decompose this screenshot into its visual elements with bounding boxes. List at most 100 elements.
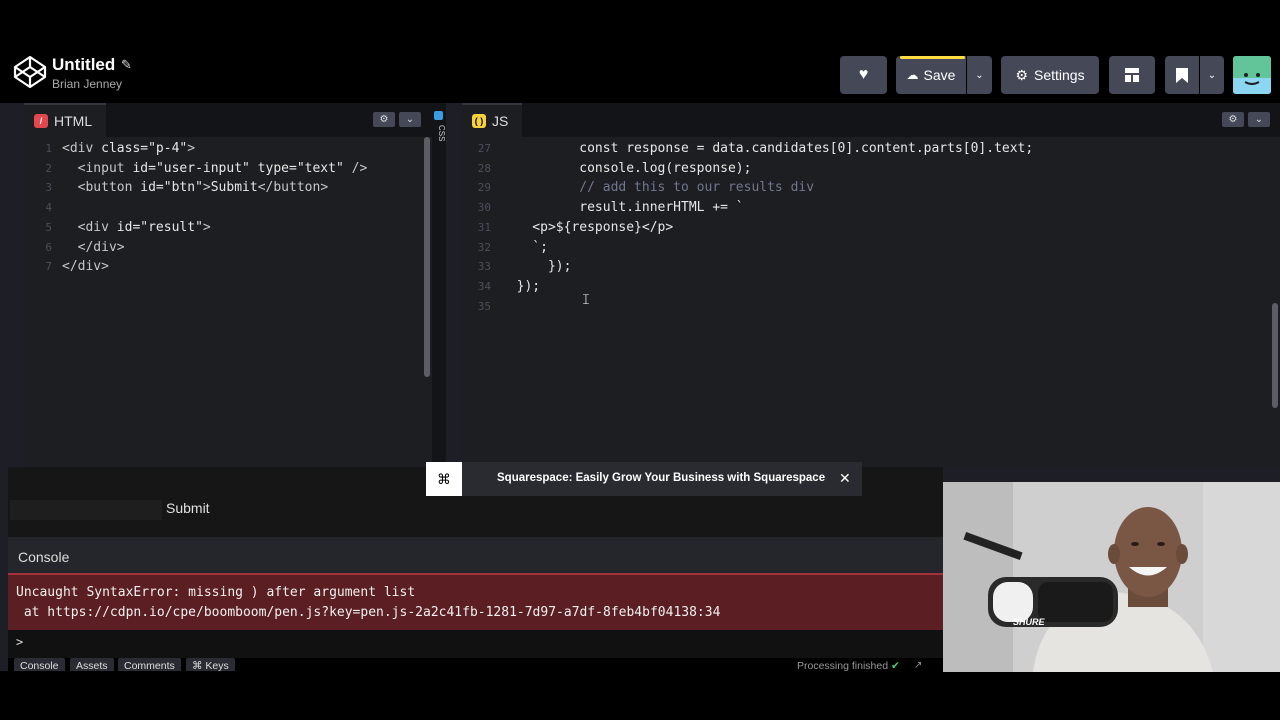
gear-icon: ⚙ (379, 114, 389, 125)
code-text: <div id="result"> (77, 219, 211, 235)
pen-title[interactable]: Untitled (52, 55, 115, 75)
user-input-field[interactable] (10, 500, 162, 520)
code-text: </div> (62, 259, 109, 275)
code-line[interactable]: 31 <p>${response}</p> (462, 218, 1280, 238)
bookmark-button[interactable] (1165, 56, 1199, 94)
console-title: Console (18, 549, 70, 565)
external-link-icon[interactable]: ↗ (914, 658, 922, 671)
css-editor-collapsed[interactable]: CSS (432, 103, 446, 467)
line-number: 35 (477, 299, 491, 313)
line-number: 5 (45, 220, 52, 234)
submit-button[interactable]: Submit (166, 500, 210, 516)
line-number: 6 (45, 240, 52, 254)
code-text: `; (501, 239, 548, 255)
footer-comments-button[interactable]: Comments (118, 658, 181, 671)
gear-icon: ⚙ (1228, 114, 1238, 125)
console-input[interactable]: > (8, 630, 943, 658)
js-collapse-button[interactable]: ⌄ (1248, 112, 1270, 127)
code-line[interactable]: 28 console.log(response); (462, 159, 1280, 179)
presenter-video-image: SHURE (943, 482, 1280, 672)
css-tab-label: CSS (437, 125, 446, 142)
webcam-overlay: SHURE (943, 482, 1280, 672)
cloud-icon: ☁ (906, 68, 919, 82)
processing-status: Processing finished ✔ (797, 658, 900, 671)
code-line[interactable]: 29 // add this to our results div (462, 178, 1280, 198)
js-scrollbar[interactable] (1272, 303, 1278, 408)
error-message: Uncaught SyntaxError: missing ) after ar… (16, 585, 416, 600)
js-icon: ( ) (472, 114, 486, 128)
line-number: 32 (477, 240, 491, 254)
avatar-face-icon (1233, 56, 1271, 94)
code-line[interactable]: 5 <div id="result"> (24, 218, 432, 238)
js-editor-panel: ( ) JS ⚙ ⌄ 27 const response = data.cand… (462, 103, 1280, 467)
html-scrollbar[interactable] (424, 137, 430, 377)
save-dropdown-button[interactable]: ⌄ (967, 56, 992, 94)
edit-title-pencil-icon[interactable]: ✎ (121, 57, 132, 73)
code-text: result.innerHTML += ` (501, 200, 744, 216)
code-line[interactable]: 1 <div class="p-4"> (24, 139, 432, 159)
code-line[interactable]: 33 }); (462, 257, 1280, 277)
console-prompt-symbol: > (16, 635, 24, 649)
chevron-down-icon: ⌄ (405, 114, 415, 125)
code-line[interactable]: 30 result.innerHTML += ` (462, 198, 1280, 218)
code-line[interactable]: 6 </div> (24, 238, 432, 258)
code-line[interactable]: 7 </div> (24, 257, 432, 277)
footer-console-button[interactable]: Console (14, 658, 65, 671)
mic-brand-label: SHURE (1013, 617, 1046, 627)
change-view-button[interactable] (1109, 56, 1155, 94)
line-number: 28 (477, 161, 491, 175)
chevron-down-icon: ⌄ (1207, 69, 1217, 81)
html-code-area[interactable]: 1 <div class="p-4"> 2 <input id="user-inpu… (24, 137, 432, 467)
code-text: const response = data.candidates[0].cont… (501, 141, 1034, 156)
code-text: }); (501, 259, 572, 275)
code-text: <div class="p-4"> (62, 141, 196, 156)
status-text: Processing finished (797, 660, 889, 671)
html-settings-button[interactable]: ⚙ (373, 112, 395, 127)
line-number: 34 (477, 279, 491, 293)
footer-keys-button[interactable]: ⌘ Keys (186, 658, 235, 671)
code-text: }); (501, 278, 541, 294)
code-line[interactable]: 4 (24, 198, 432, 218)
html-tabbar: / HTML ⚙ ⌄ (24, 103, 432, 137)
line-number: 31 (477, 220, 491, 234)
line-number: 4 (45, 201, 52, 215)
js-tab-label: JS (492, 113, 509, 129)
tab-js[interactable]: ( ) JS (462, 103, 523, 137)
footer-assets-button[interactable]: Assets (70, 658, 114, 671)
header: Untitled ✎ Brian Jenney ♥ ☁ Save ⌄ ⚙ Set… (0, 47, 1280, 103)
code-text: <input id="user-input" type="text" /> (77, 160, 368, 176)
console-error: Uncaught SyntaxError: missing ) after ar… (8, 575, 943, 630)
ad-banner[interactable]: ⌘ Squarespace: Easily Grow Your Business… (426, 462, 862, 496)
codepen-logo-icon[interactable] (13, 55, 47, 89)
ad-text[interactable]: Squarespace: Easily Grow Your Business w… (497, 472, 825, 484)
js-settings-button[interactable]: ⚙ (1222, 112, 1244, 127)
check-icon: ✔ (890, 660, 900, 671)
line-number: 33 (477, 260, 491, 274)
code-line[interactable]: 2 <input id="user-input" type="text" /> (24, 159, 432, 179)
error-location[interactable]: at https://cdpn.io/cpe/boomboom/pen.js?k… (16, 605, 721, 620)
html-icon: / (34, 114, 48, 128)
footer-bar: Console Assets Comments ⌘ Keys Processin… (8, 658, 943, 671)
html-collapse-button[interactable]: ⌄ (399, 112, 421, 127)
text-cursor-icon: 𝙸 (581, 292, 591, 308)
save-highlight (900, 56, 965, 59)
code-text: <p>${response}</p> (501, 219, 674, 235)
save-button[interactable]: ☁ Save (896, 56, 966, 94)
author-name[interactable]: Brian Jenney (52, 77, 122, 91)
bookmark-dropdown-button[interactable]: ⌄ (1200, 56, 1224, 94)
code-line[interactable]: 32 `; (462, 238, 1280, 258)
html-tab-label: HTML (54, 113, 93, 129)
code-line[interactable]: 27 const response = data.candidates[0].c… (462, 139, 1280, 159)
code-text: console.log(response); (501, 160, 752, 176)
user-avatar[interactable] (1233, 56, 1271, 94)
code-line[interactable]: 3 <button id="btn">Submit</button> (24, 178, 432, 198)
settings-button[interactable]: ⚙ Settings (1001, 56, 1099, 94)
chevron-down-icon: ⌄ (1254, 114, 1264, 125)
code-text: // add this to our results div (501, 180, 815, 196)
tab-html[interactable]: / HTML (24, 103, 107, 137)
squarespace-logo-icon: ⌘ (426, 462, 462, 496)
line-number: 1 (45, 142, 52, 155)
close-icon[interactable]: ✕ (839, 470, 851, 487)
love-button[interactable]: ♥ (840, 56, 887, 94)
gear-icon: ⚙ (1015, 66, 1028, 83)
